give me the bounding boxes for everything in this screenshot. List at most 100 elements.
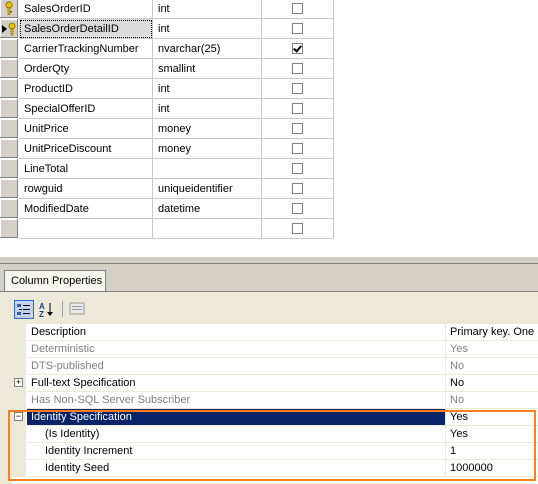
data-type-cell[interactable]: nvarchar(25) (153, 39, 262, 59)
column-row[interactable] (0, 219, 334, 239)
row-selector[interactable] (0, 159, 18, 178)
row-selector[interactable] (0, 119, 18, 138)
property-name: Identity Increment (27, 443, 446, 460)
data-type-cell[interactable] (153, 159, 262, 179)
categorized-button[interactable] (14, 300, 34, 319)
row-selector[interactable] (0, 0, 18, 18)
column-name-cell[interactable]: ModifiedDate (19, 199, 153, 219)
column-name-cell[interactable]: rowguid (19, 179, 153, 199)
row-selector[interactable] (0, 139, 18, 158)
column-name-cell[interactable]: SalesOrderID (19, 0, 153, 19)
property-row[interactable]: (Is Identity) Yes (12, 426, 538, 443)
property-margin (12, 460, 26, 477)
data-type-cell[interactable]: uniqueidentifier (153, 179, 262, 199)
property-name: (Is Identity) (27, 426, 446, 443)
property-grid: Description Primary key. One i Determinist… (12, 324, 538, 484)
alphabetical-button[interactable]: A Z (37, 300, 57, 319)
property-row[interactable]: Identity Seed 1000000 (12, 460, 538, 477)
column-name-cell[interactable]: SalesOrderDetailID (19, 19, 153, 39)
row-selector[interactable] (0, 99, 18, 118)
allow-nulls-checkbox[interactable] (292, 3, 303, 14)
tab-strip: Column Properties (0, 264, 538, 292)
data-type-cell[interactable]: datetime (153, 199, 262, 219)
allow-nulls-checkbox[interactable] (292, 203, 303, 214)
column-name-cell[interactable]: CarrierTrackingNumber (19, 39, 153, 59)
allow-nulls-cell (262, 59, 334, 79)
allow-nulls-checkbox[interactable] (292, 143, 303, 154)
allow-nulls-checkbox[interactable] (292, 123, 303, 134)
column-name-cell[interactable]: OrderQty (19, 59, 153, 79)
column-row[interactable]: LineTotal (0, 159, 334, 179)
column-row[interactable]: SpecialOfferID int (0, 99, 334, 119)
property-value[interactable]: 1000000 (446, 460, 538, 477)
row-selector[interactable] (0, 39, 18, 58)
current-row-key-icon (2, 22, 16, 36)
column-name-cell[interactable]: UnitPrice (19, 119, 153, 139)
property-pages-button[interactable] (68, 300, 88, 319)
column-row[interactable]: UnitPriceDiscount money (0, 139, 334, 159)
property-row[interactable]: Has Non-SQL Server Subscriber No (12, 392, 538, 409)
column-row[interactable]: SalesOrderDetailID int (0, 19, 334, 39)
property-value[interactable]: Yes (446, 409, 538, 426)
expand-icon[interactable]: + (14, 378, 23, 387)
allow-nulls-checkbox[interactable] (292, 43, 303, 54)
property-margin (12, 392, 26, 409)
column-name-cell[interactable]: SpecialOfferID (19, 99, 153, 119)
property-name: Identity Seed (27, 460, 446, 477)
data-type-cell[interactable]: smallint (153, 59, 262, 79)
column-name-cell[interactable]: LineTotal (19, 159, 153, 179)
property-name: DTS-published (27, 358, 446, 375)
collapse-icon[interactable]: − (14, 412, 23, 421)
column-row[interactable]: rowguid uniqueidentifier (0, 179, 334, 199)
column-row[interactable]: ModifiedDate datetime (0, 199, 334, 219)
row-selector[interactable] (0, 219, 18, 238)
data-type-cell[interactable]: int (153, 0, 262, 19)
property-value[interactable]: Yes (446, 426, 538, 443)
column-name-cell[interactable]: UnitPriceDiscount (19, 139, 153, 159)
allow-nulls-checkbox[interactable] (292, 223, 303, 234)
toolbar-separator (62, 301, 63, 317)
column-name-cell[interactable] (19, 219, 153, 239)
row-selector[interactable] (0, 199, 18, 218)
allow-nulls-cell (262, 179, 334, 199)
property-row[interactable]: Identity Increment 1 (12, 443, 538, 460)
column-row[interactable]: SalesOrderID int (0, 0, 334, 19)
allow-nulls-checkbox[interactable] (292, 183, 303, 194)
property-value[interactable]: No (446, 392, 538, 409)
row-selector[interactable] (0, 79, 18, 98)
data-type-cell[interactable]: int (153, 19, 262, 39)
property-margin: − (12, 409, 26, 426)
column-row[interactable]: ProductID int (0, 79, 334, 99)
property-row[interactable]: − Identity Specification Yes (12, 409, 538, 426)
column-row[interactable]: CarrierTrackingNumber nvarchar(25) (0, 39, 334, 59)
property-row[interactable]: Description Primary key. One i (12, 324, 538, 341)
property-value[interactable]: Primary key. One i (446, 324, 538, 341)
allow-nulls-checkbox[interactable] (292, 103, 303, 114)
data-type-cell[interactable]: money (153, 139, 262, 159)
property-row[interactable]: Deterministic Yes (12, 341, 538, 358)
data-type-cell[interactable]: money (153, 119, 262, 139)
row-selector[interactable] (0, 59, 18, 78)
allow-nulls-checkbox[interactable] (292, 83, 303, 94)
column-name-cell[interactable]: ProductID (19, 79, 153, 99)
property-value[interactable]: Yes (446, 341, 538, 358)
tab-column-properties[interactable]: Column Properties (4, 270, 106, 292)
allow-nulls-checkbox[interactable] (292, 23, 303, 34)
property-name: Full-text Specification (27, 375, 446, 392)
property-row[interactable]: + Full-text Specification No (12, 375, 538, 392)
column-row[interactable]: UnitPrice money (0, 119, 334, 139)
property-value[interactable]: No (446, 375, 538, 392)
property-name: Identity Specification (27, 409, 446, 426)
data-type-cell[interactable]: int (153, 79, 262, 99)
property-row[interactable]: DTS-published No (12, 358, 538, 375)
row-selector[interactable] (0, 19, 18, 38)
allow-nulls-checkbox[interactable] (292, 163, 303, 174)
data-type-cell[interactable]: int (153, 99, 262, 119)
property-value[interactable]: 1 (446, 443, 538, 460)
column-row[interactable]: OrderQty smallint (0, 59, 334, 79)
row-selector[interactable] (0, 179, 18, 198)
allow-nulls-checkbox[interactable] (292, 63, 303, 74)
data-type-cell[interactable] (153, 219, 262, 239)
property-value[interactable]: No (446, 358, 538, 375)
panel-splitter[interactable] (0, 256, 538, 264)
